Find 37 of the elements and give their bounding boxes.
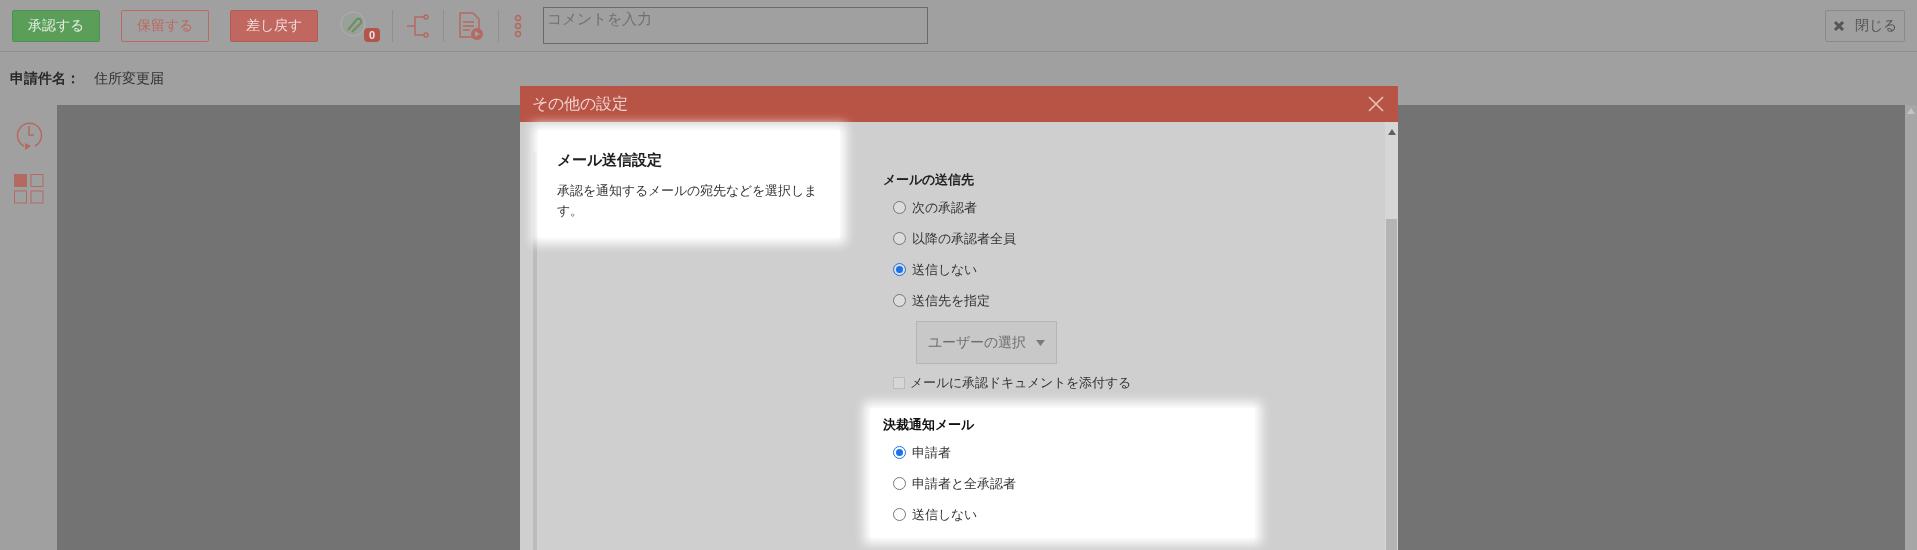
radio-label: 次の承認者 <box>912 198 977 217</box>
grid-icon[interactable] <box>12 173 45 205</box>
radio-button[interactable] <box>893 201 906 214</box>
radio-label: 申請者 <box>912 443 951 462</box>
approve-button[interactable]: 承認する <box>12 9 100 42</box>
close-icon <box>1833 19 1845 32</box>
radio-button[interactable] <box>893 232 906 245</box>
attach-checkbox[interactable] <box>893 377 905 389</box>
more-icon[interactable] <box>513 13 523 38</box>
caret-icon <box>1036 339 1045 346</box>
section-description: 承認を通知するメールの宛先などを選択します。 <box>557 181 818 220</box>
scroll-up-icon[interactable] <box>1387 129 1396 135</box>
radio-button[interactable] <box>893 446 906 459</box>
radio-button[interactable] <box>893 263 906 276</box>
radio-label: 送信しない <box>912 505 977 524</box>
branch-icon[interactable] <box>405 12 429 39</box>
document-play-icon[interactable] <box>458 10 484 41</box>
close-button[interactable]: 閉じる <box>1825 9 1905 42</box>
return-button[interactable]: 差し戻す <box>230 9 318 42</box>
scrollbar-thumb[interactable] <box>1386 219 1397 550</box>
close-icon[interactable] <box>1368 96 1384 112</box>
section-title: メール送信設定 <box>557 150 663 170</box>
attach-label: メールに承認ドキュメントを添付する <box>910 374 1131 393</box>
radio-label: 以降の承認者全員 <box>912 229 1016 248</box>
radio-button[interactable] <box>893 508 906 521</box>
radio-label: 申請者と全承認者 <box>912 474 1016 493</box>
subject-value: 住所変更届 <box>94 69 164 88</box>
radio-button[interactable] <box>893 477 906 490</box>
attachment-count-badge: 0 <box>363 27 380 42</box>
subject-label: 申請件名： <box>10 69 80 88</box>
radio-label: 送信しない <box>912 260 977 279</box>
user-select-dropdown[interactable]: ユーザーの選択 <box>916 321 1057 364</box>
recipients-label: メールの送信先 <box>883 171 975 189</box>
radio-button[interactable] <box>893 294 906 307</box>
decision-mail-label: 決裁通知メール <box>883 416 975 434</box>
dialog-title: その他の設定 <box>532 94 628 114</box>
radio-label: 送信先を指定 <box>912 291 990 310</box>
